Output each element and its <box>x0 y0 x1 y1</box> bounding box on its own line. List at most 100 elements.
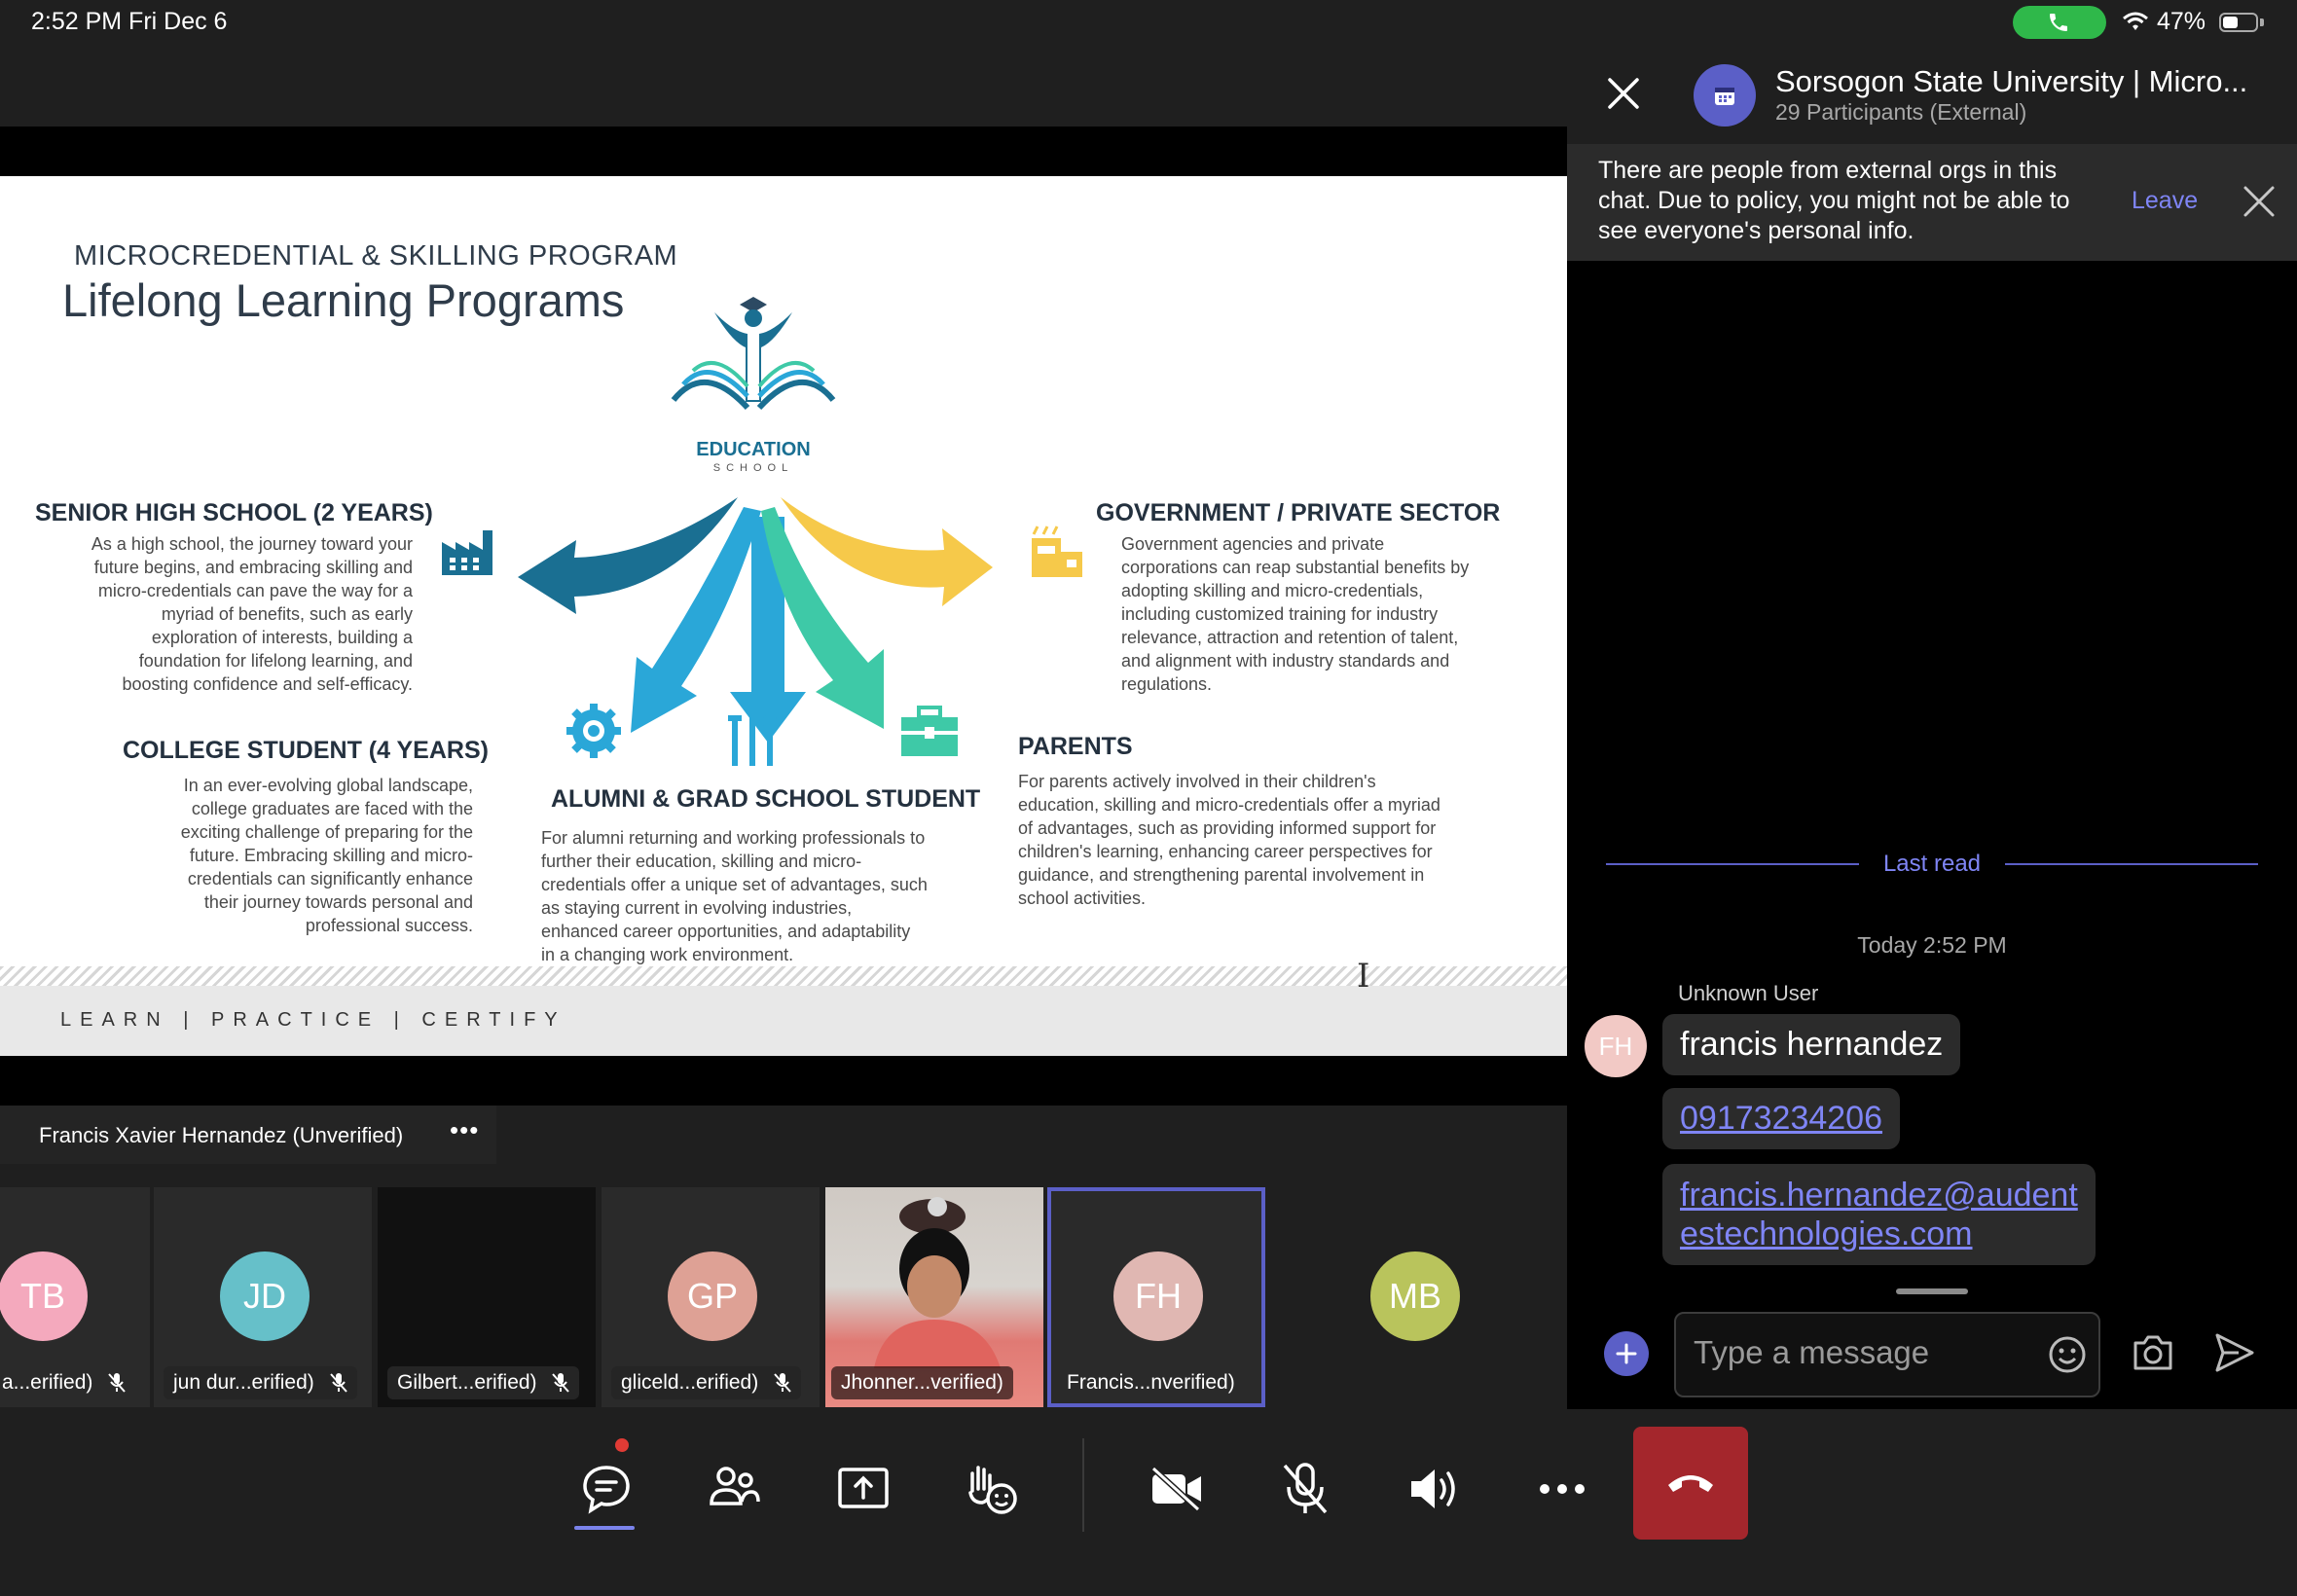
mic-toggle-button[interactable] <box>1261 1450 1349 1528</box>
section-title-gov: GOVERNMENT / PRIVATE SECTOR <box>1096 499 1501 526</box>
plus-icon <box>1616 1343 1637 1364</box>
compose-box <box>1674 1312 2100 1397</box>
notice-text: There are people from external orgs in t… <box>1598 157 2070 244</box>
close-notice-icon[interactable] <box>2242 185 2276 218</box>
section-title-alumni: ALUMNI & GRAD SCHOOL STUDENT <box>551 785 981 813</box>
logo-text: EDUCATION <box>696 439 811 460</box>
section-body-shs: As a high school, the journey toward you… <box>91 534 413 694</box>
meeting-avatar <box>1694 64 1756 127</box>
camera-icon[interactable] <box>2132 1333 2174 1372</box>
call-control-bar <box>0 1409 2297 1596</box>
people-button[interactable] <box>691 1450 779 1528</box>
video-off-icon <box>1150 1467 1201 1511</box>
presenter-label[interactable]: Francis Xavier Hernandez (Unverified) ••… <box>0 1106 496 1164</box>
factory-icon <box>442 530 492 575</box>
participant-name-tag: Gilbert...erified) <box>387 1366 580 1399</box>
battery-icon <box>2219 13 2258 32</box>
presenter-more-button[interactable]: ••• <box>450 1115 479 1145</box>
slide-subtitle: MICROCREDENTIAL & SKILLING PROGRAM <box>74 240 678 272</box>
section-title-parents: PARENTS <box>1018 733 1133 760</box>
participant-name-tag: gliceld...erified) <box>611 1366 802 1399</box>
tools-icon <box>728 715 777 766</box>
wifi-icon <box>2123 12 2148 30</box>
speaker-button[interactable] <box>1390 1450 1477 1528</box>
calendar-icon <box>1715 88 1734 105</box>
last-read-label: Last read <box>1882 851 1982 877</box>
participant-tile[interactable]: TB a...erified) <box>0 1187 150 1407</box>
section-body-alumni: For alumni returning and working profess… <box>541 828 928 964</box>
text-cursor-icon: I <box>1357 957 1370 996</box>
participant-avatar: JD <box>220 1251 310 1341</box>
shared-slide: MICROCREDENTIAL & SKILLING PROGRAM Lifel… <box>0 176 1567 1056</box>
participant-tile[interactable]: MB <box>1269 1187 1487 1407</box>
section-body-college: In an ever-evolving global landscape, col… <box>180 776 473 935</box>
message-input[interactable] <box>1692 1333 1987 1372</box>
participant-name-tag: jun dur...erified) <box>164 1366 357 1399</box>
battery-level <box>2223 17 2238 28</box>
leave-link[interactable]: Leave <box>2132 187 2198 215</box>
participant-tile[interactable]: JD jun dur...erified) <box>154 1187 372 1407</box>
camera-toggle-button[interactable] <box>1133 1450 1221 1528</box>
chat-participants-count: 29 Participants (External) <box>1775 99 2027 125</box>
raise-hand-icon <box>968 1466 1017 1514</box>
chat-message-email-link[interactable]: francis.hernandez@audent estechnologies.… <box>1662 1164 2096 1265</box>
participant-strip: TB a...erified) JD jun dur...erified) Gi… <box>0 1187 1567 1409</box>
section-body-parents: For parents actively involved in their c… <box>1018 772 1440 908</box>
more-button[interactable] <box>1518 1450 1606 1528</box>
stage-top-bar <box>0 47 1567 127</box>
section-body-gov: Government agencies and private corporati… <box>1121 534 1470 694</box>
logo-subtext: SCHOOL <box>712 462 794 474</box>
phone-icon <box>2050 14 2067 31</box>
more-icon <box>1540 1484 1585 1494</box>
mic-off-icon <box>329 1373 347 1394</box>
participant-video-figure <box>874 1197 1001 1368</box>
gear-icon <box>566 704 621 758</box>
last-read-divider: Last read <box>1606 845 2258 884</box>
control-divider <box>1082 1438 1084 1532</box>
share-button[interactable] <box>820 1450 907 1528</box>
chat-message-phone-link[interactable]: 09173234206 <box>1662 1088 1901 1149</box>
close-chat-button[interactable] <box>1606 76 1641 111</box>
people-icon <box>710 1467 760 1505</box>
chat-header: Sorsogon State University | Micro... 29 … <box>1567 47 2297 144</box>
section-title-shs: SENIOR HIGH SCHOOL (2 YEARS) <box>35 499 433 526</box>
participant-name-tag: a...erified) <box>0 1366 135 1399</box>
external-org-notice: There are people from external orgs in t… <box>1567 144 2297 261</box>
participant-tile[interactable]: GP gliceld...erified) <box>602 1187 820 1407</box>
presenter-name: Francis Xavier Hernandez (Unverified) <box>39 1123 404 1147</box>
active-call-pill[interactable] <box>2013 6 2106 39</box>
participant-avatar: TB <box>0 1251 88 1341</box>
participant-tile-selected[interactable]: FH Francis...nverified) <box>1047 1187 1265 1407</box>
mic-off-icon <box>108 1373 126 1394</box>
participant-tile[interactable]: Gilbert...erified) <box>378 1187 596 1407</box>
chat-title[interactable]: Sorsogon State University | Micro... <box>1775 64 2247 99</box>
participant-avatar: MB <box>1370 1251 1460 1341</box>
emoji-icon[interactable] <box>2048 1335 2087 1374</box>
slide-hatch-band <box>0 966 1567 986</box>
battery-percent: 47% <box>2157 8 2206 35</box>
status-bar: 2:52 PM Fri Dec 6 47% <box>0 0 2297 47</box>
chat-message: francis hernandez <box>1662 1014 1961 1075</box>
participant-avatar: GP <box>668 1251 757 1341</box>
education-logo-icon <box>671 297 836 411</box>
toolbox-icon <box>901 706 958 756</box>
section-title-college: COLLEGE STUDENT (4 YEARS) <box>123 737 489 764</box>
chat-button[interactable] <box>563 1450 650 1528</box>
react-button[interactable] <box>948 1450 1036 1528</box>
message-sender: Unknown User <box>1678 981 1819 1005</box>
slide-title: Lifelong Learning Programs <box>62 274 625 326</box>
hang-up-icon <box>1668 1475 1713 1492</box>
add-attachment-button[interactable] <box>1604 1331 1649 1376</box>
send-icon[interactable] <box>2213 1331 2256 1374</box>
speaker-icon <box>1411 1469 1455 1508</box>
scroll-indicator <box>1896 1288 1968 1294</box>
chat-notification-dot <box>615 1438 629 1452</box>
status-time: 2:52 PM Fri Dec 6 <box>31 8 228 35</box>
mic-off-icon <box>1283 1463 1328 1514</box>
mic-off-icon <box>774 1373 791 1394</box>
participant-name-tag: Jhonner...verified) <box>831 1366 1013 1399</box>
hang-up-button[interactable] <box>1633 1427 1748 1540</box>
chat-icon <box>583 1466 630 1514</box>
share-tray-icon <box>838 1468 889 1508</box>
participant-video-tile[interactable]: Jhonner...verified) <box>825 1187 1043 1407</box>
